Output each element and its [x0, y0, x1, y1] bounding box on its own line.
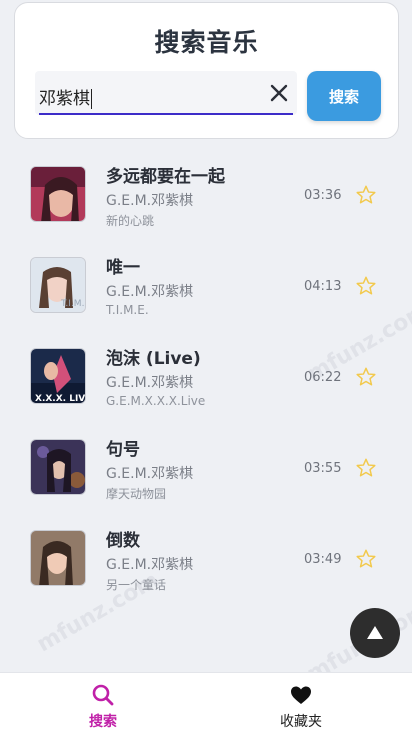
song-album: 新的心跳 — [106, 214, 155, 228]
star-outline-icon — [356, 185, 376, 204]
search-icon — [92, 684, 114, 706]
song-album: 摩天动物园 — [106, 487, 167, 501]
clear-search-button[interactable] — [267, 81, 291, 105]
song-duration: 06:22 — [304, 370, 342, 385]
album-cover — [30, 166, 86, 222]
star-outline-icon — [356, 458, 376, 477]
star-outline-icon — [356, 276, 376, 295]
favorite-button[interactable] — [355, 366, 377, 388]
favorite-button[interactable] — [355, 184, 377, 206]
song-album: 另一个童话 — [106, 578, 167, 592]
album-cover: X.X.X. LIVE — [30, 348, 86, 404]
page-title: 搜索音乐 — [154, 28, 259, 57]
album-cover: T.I.M.E — [30, 257, 86, 313]
svg-text:T.I.M.E: T.I.M.E — [60, 299, 86, 309]
song-artist: G.E.M.邓紫棋 — [106, 193, 194, 209]
search-button[interactable]: 搜索 — [307, 71, 381, 121]
song-title: 泡沫 (Live) — [106, 349, 201, 369]
close-icon — [270, 84, 288, 102]
song-album: G.E.M.X.X.X.Live — [106, 394, 206, 408]
svg-text:X.X.X. LIVE: X.X.X. LIVE — [35, 394, 86, 404]
song-title: 倒数 — [106, 531, 140, 551]
heart-icon — [291, 686, 311, 704]
song-row[interactable]: 句号 G.E.M.邓紫棋 摩天动物园 03:55 — [0, 423, 412, 513]
star-outline-icon — [356, 549, 376, 568]
favorite-button[interactable] — [355, 548, 377, 570]
song-row[interactable]: 倒数 G.E.M.邓紫棋 另一个童话 03:49 — [0, 514, 412, 604]
song-artist: G.E.M.邓紫棋 — [106, 557, 194, 573]
search-card: 搜索音乐 邓紫棋 搜索 — [14, 2, 399, 139]
tab-favorites[interactable]: 收藏夹 — [198, 673, 404, 734]
tab-favorites-label: 收藏夹 — [280, 714, 322, 730]
song-title: 唯一 — [106, 258, 140, 278]
album-cover — [30, 530, 86, 586]
search-input[interactable]: 邓紫棋 — [35, 71, 297, 115]
input-underline — [39, 113, 293, 115]
song-artist: G.E.M.邓紫棋 — [106, 466, 194, 482]
song-artist: G.E.M.邓紫棋 — [106, 375, 194, 391]
star-outline-icon — [356, 367, 376, 386]
song-duration: 03:55 — [304, 461, 342, 476]
song-title: 句号 — [106, 440, 140, 460]
song-title: 多远都要在一起 — [106, 167, 225, 187]
search-input-value: 邓紫棋 — [39, 89, 92, 109]
text-caret — [91, 89, 92, 109]
tab-search-label: 搜索 — [89, 714, 117, 730]
song-duration: 03:49 — [304, 552, 342, 567]
favorite-button[interactable] — [355, 457, 377, 479]
tab-search[interactable]: 搜索 — [0, 673, 206, 734]
song-row[interactable]: X.X.X. LIVE 泡沫 (Live) G.E.M.邓紫棋 G.E.M.X.… — [0, 332, 412, 422]
song-row[interactable]: 多远都要在一起 G.E.M.邓紫棋 新的心跳 03:36 — [0, 150, 412, 240]
triangle-up-icon — [367, 626, 383, 639]
song-album: T.I.M.E. — [106, 303, 149, 317]
favorite-button[interactable] — [355, 275, 377, 297]
song-artist: G.E.M.邓紫棋 — [106, 284, 194, 300]
song-row[interactable]: T.I.M.E 唯一 G.E.M.邓紫棋 T.I.M.E. 04:13 — [0, 241, 412, 331]
scroll-to-top-button[interactable] — [350, 608, 400, 658]
album-cover — [30, 439, 86, 495]
bottom-nav: 搜索 收藏夹 — [0, 672, 412, 734]
song-duration: 04:13 — [304, 279, 342, 294]
song-duration: 03:36 — [304, 188, 342, 203]
